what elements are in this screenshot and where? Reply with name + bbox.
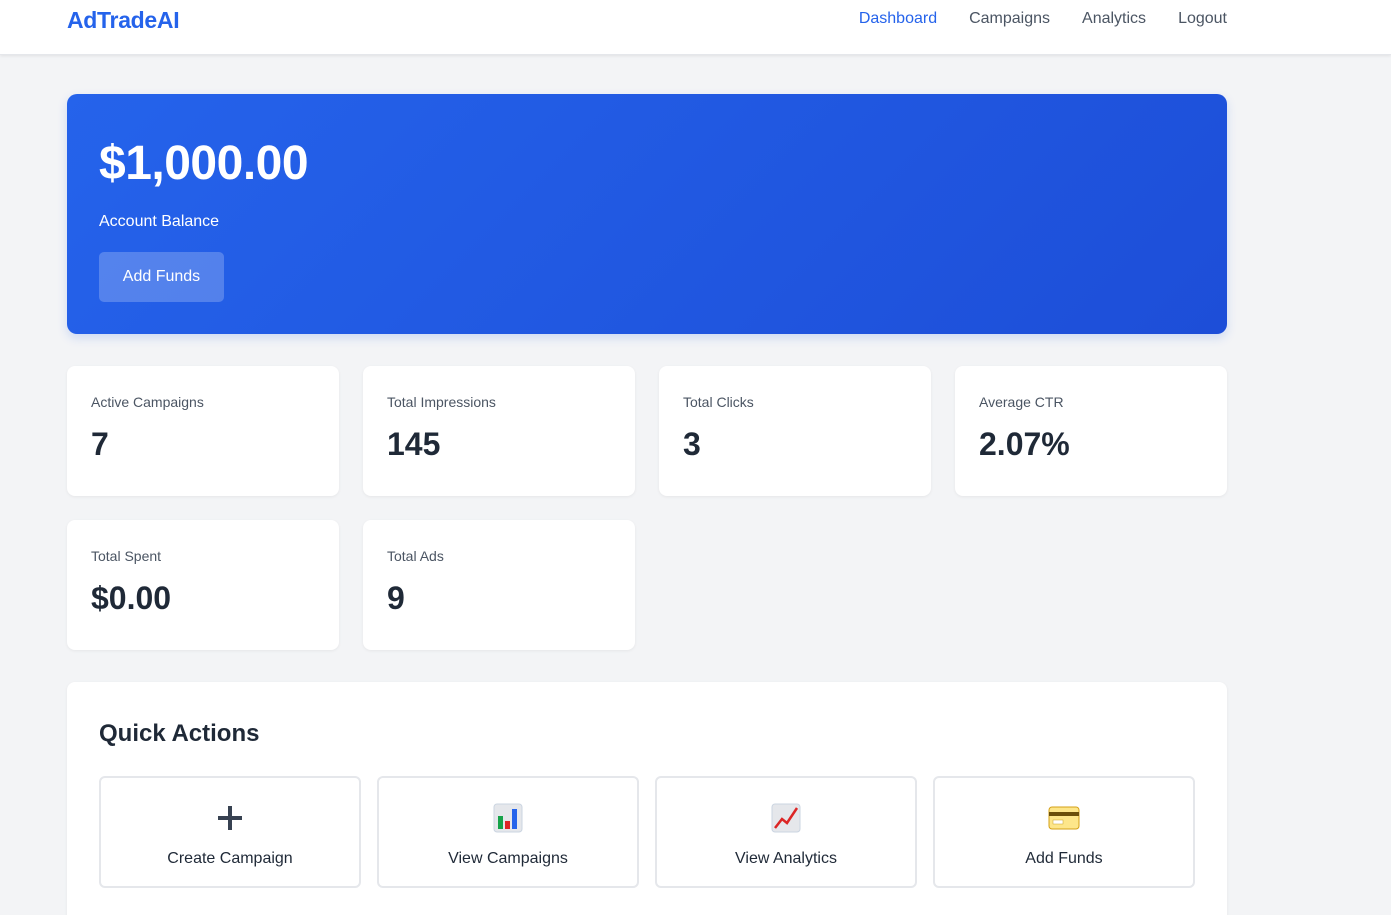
quick-actions-title: Quick Actions	[99, 720, 260, 747]
stat-value: $0.00	[91, 580, 172, 616]
nav-link-campaigns[interactable]: Campaigns	[969, 10, 1050, 28]
stat-label: Total Clicks	[683, 394, 754, 410]
view-analytics-button[interactable]: View Analytics	[655, 776, 917, 888]
view-campaigns-button[interactable]: View Campaigns	[377, 776, 639, 888]
stat-value: 145	[387, 426, 441, 462]
nav-links: Dashboard Campaigns Analytics Logout	[859, 10, 1227, 28]
balance-amount: $1,000.00	[99, 137, 309, 190]
stat-value: 2.07%	[979, 426, 1070, 462]
add-funds-quick-button[interactable]: Add Funds	[933, 776, 1195, 888]
stat-value: 7	[91, 426, 109, 462]
balance-label: Account Balance	[99, 213, 220, 230]
line-chart-icon	[657, 802, 915, 834]
stat-label: Total Ads	[387, 548, 444, 564]
account-balance-card: $1,000.00 Account Balance Add Funds	[67, 94, 1227, 334]
stat-label: Total Spent	[91, 548, 162, 564]
quick-actions-panel: Quick Actions Create Campaign View Campa…	[67, 682, 1227, 915]
stat-value: 9	[387, 580, 405, 616]
brand-logo[interactable]: AdTradeAI	[67, 7, 180, 34]
quick-action-label: View Campaigns	[448, 850, 568, 867]
stat-card-total-clicks: Total Clicks 3	[659, 366, 931, 496]
nav-link-dashboard[interactable]: Dashboard	[859, 10, 937, 28]
credit-card-icon	[935, 802, 1193, 834]
stat-label: Average CTR	[979, 394, 1064, 410]
create-campaign-button[interactable]: Create Campaign	[99, 776, 361, 888]
stat-card-total-ads: Total Ads 9	[363, 520, 635, 650]
stat-card-total-impressions: Total Impressions 145	[363, 366, 635, 496]
stat-card-average-ctr: Average CTR 2.07%	[955, 366, 1227, 496]
stat-value: 3	[683, 426, 701, 462]
quick-action-label: View Analytics	[735, 850, 837, 867]
stat-label: Total Impressions	[387, 394, 496, 410]
add-funds-button[interactable]: Add Funds	[99, 252, 224, 302]
top-navbar: AdTradeAI Dashboard Campaigns Analytics …	[0, 0, 1391, 55]
plus-icon	[101, 802, 359, 834]
stat-label: Active Campaigns	[91, 394, 204, 410]
bar-chart-icon	[379, 802, 637, 834]
quick-action-label: Add Funds	[1025, 850, 1103, 867]
nav-link-analytics[interactable]: Analytics	[1082, 10, 1146, 28]
stat-card-active-campaigns: Active Campaigns 7	[67, 366, 339, 496]
nav-link-logout[interactable]: Logout	[1178, 10, 1227, 28]
quick-action-label: Create Campaign	[167, 850, 293, 867]
stat-card-total-spent: Total Spent $0.00	[67, 520, 339, 650]
